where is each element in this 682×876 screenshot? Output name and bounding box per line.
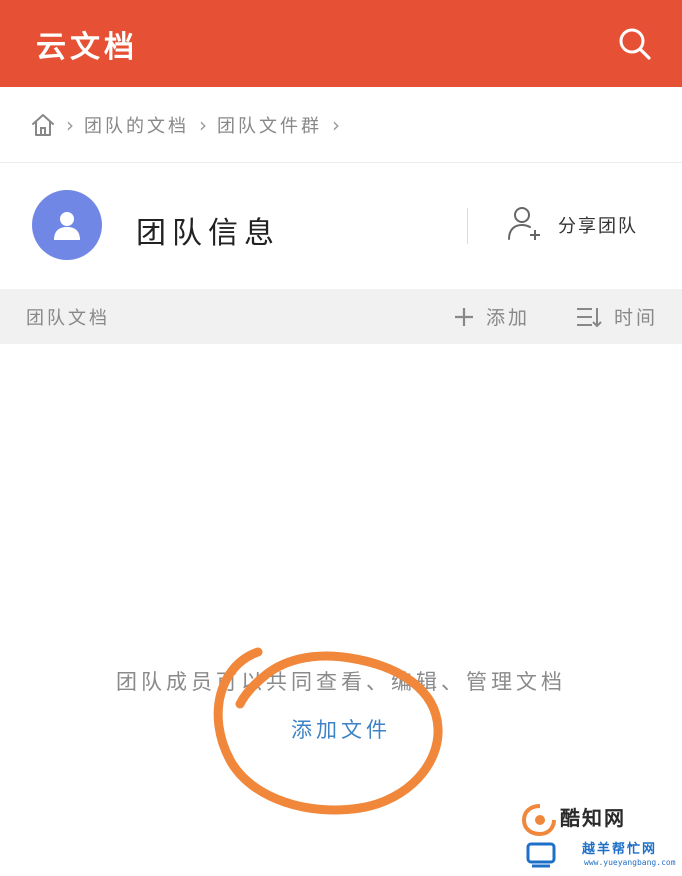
watermark-url: www.yueyangbang.com bbox=[584, 858, 676, 867]
watermark-title: 酷知网 bbox=[560, 806, 626, 830]
app-title: 云文档 bbox=[36, 29, 138, 65]
watermark-logo-icon bbox=[521, 804, 556, 868]
add-button[interactable]: 添加 bbox=[454, 303, 530, 330]
chevron-right-icon: › bbox=[66, 112, 74, 137]
add-user-icon bbox=[506, 204, 544, 246]
sort-label: 时间 bbox=[613, 307, 658, 329]
plus-icon bbox=[454, 307, 474, 327]
breadcrumb: › 团队的文档 › 团队文件群 › bbox=[0, 87, 682, 163]
add-label: 添加 bbox=[485, 307, 530, 329]
home-icon[interactable] bbox=[30, 112, 56, 138]
divider bbox=[467, 208, 468, 244]
sort-by-time-button[interactable]: 时间 bbox=[576, 303, 658, 330]
chevron-right-icon: › bbox=[332, 112, 340, 137]
sort-icon bbox=[576, 306, 602, 328]
breadcrumb-item-team-docs[interactable]: 团队的文档 bbox=[84, 112, 189, 138]
watermark-subtitle: 越羊帮忙网 bbox=[582, 842, 658, 857]
app-bar: 云文档 bbox=[0, 0, 682, 87]
section-title: 团队文档 bbox=[26, 307, 110, 329]
team-info-row[interactable]: 团队信息 分享团队 bbox=[0, 164, 682, 288]
search-icon[interactable] bbox=[618, 27, 652, 61]
chevron-right-icon: › bbox=[199, 112, 207, 137]
team-info-title: 团队信息 bbox=[136, 216, 280, 251]
add-file-link[interactable]: 添加文件 bbox=[0, 714, 682, 744]
share-team-button[interactable]: 分享团队 bbox=[506, 204, 638, 246]
user-avatar-icon bbox=[32, 190, 102, 260]
section-header: 团队文档 添加 时间 bbox=[0, 289, 682, 344]
empty-state-message: 团队成员可以共同查看、编辑、管理文档 bbox=[116, 670, 566, 694]
share-team-label: 分享团队 bbox=[558, 216, 638, 237]
breadcrumb-item-team-file-group[interactable]: 团队文件群 bbox=[217, 112, 322, 138]
watermark: 酷知网 越羊帮忙网 www.yueyangbang.com bbox=[520, 800, 680, 872]
